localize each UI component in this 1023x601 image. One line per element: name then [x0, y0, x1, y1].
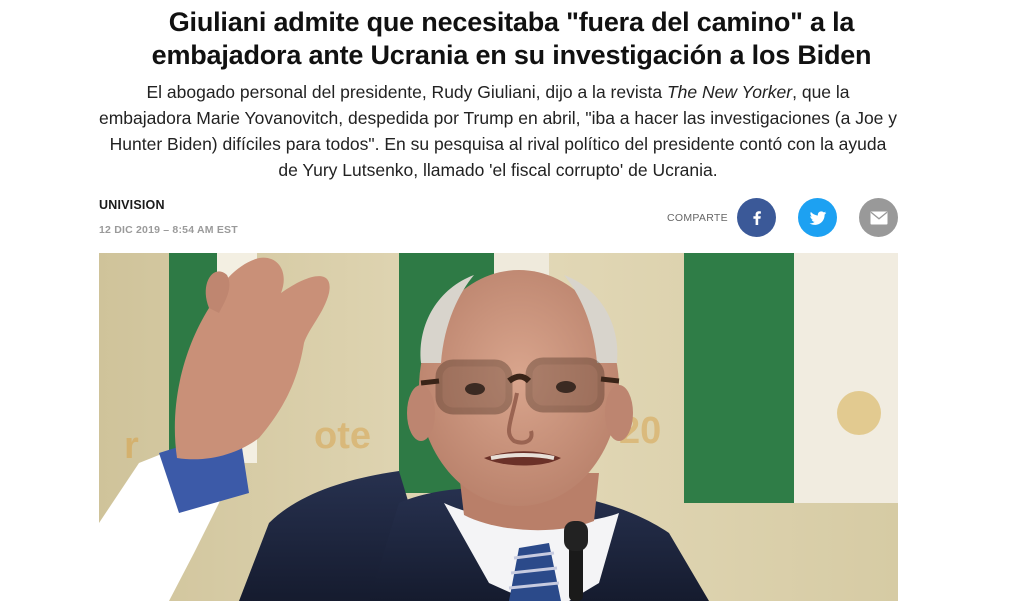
facebook-share-button[interactable] [737, 198, 776, 237]
email-share-button[interactable] [859, 198, 898, 237]
source-name[interactable]: UNIVISION [99, 198, 165, 212]
share-label: COMPARTE [667, 212, 728, 224]
rudy-giuliani-photo: r ote 20 [99, 253, 898, 601]
facebook-icon [752, 210, 761, 225]
publish-timestamp: 12 DIC 2019 – 8:54 AM EST [99, 224, 238, 236]
headline-line-1: Giuliani admite que necesitaba "fuera de… [168, 7, 855, 37]
summary-text-part-1: El abogado personal del presidente, Rudy… [146, 82, 667, 102]
twitter-share-button[interactable] [798, 198, 837, 237]
svg-text:r: r [124, 425, 139, 467]
headline-line-2: embajadora ante Ucrania en su investigac… [151, 40, 872, 70]
email-icon [870, 211, 887, 224]
hero-image: r ote 20 [99, 253, 898, 601]
article-headline: Giuliani admite que necesitaba "fuera de… [60, 6, 963, 72]
publication-name: The New Yorker [666, 82, 793, 102]
svg-text:ote: ote [314, 415, 371, 457]
twitter-icon [809, 210, 826, 225]
article-summary: El abogado personal del presidente, Rudy… [98, 79, 898, 183]
